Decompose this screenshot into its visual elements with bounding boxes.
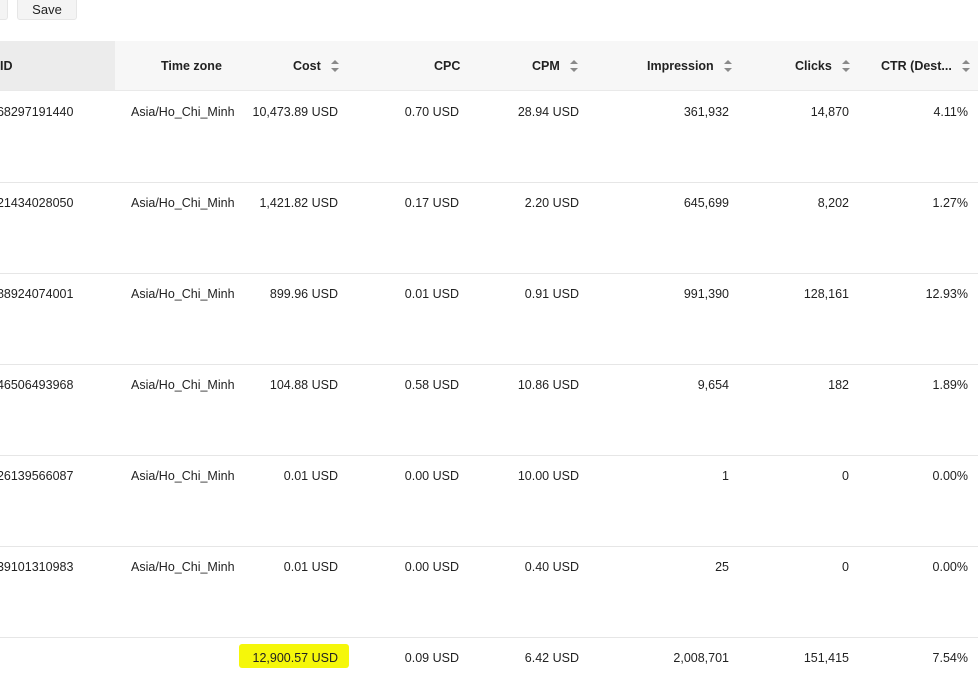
cell-cpm: 10.86 USD	[517, 378, 579, 392]
cell-clicks: 14,870	[810, 105, 849, 119]
cell-timezone: Asia/Ho_Chi_Minh	[131, 378, 235, 392]
cell-clicks: 0	[842, 560, 849, 574]
cell-timezone: Asia/Ho_Chi_Minh	[131, 469, 235, 483]
cell-timezone: Asia/Ho_Chi_Minh	[131, 196, 235, 210]
cell-clicks: 128,161	[803, 287, 849, 301]
header-impression[interactable]: Impression	[647, 41, 732, 90]
header-cpm[interactable]: CPM	[532, 41, 578, 90]
cell-cpc: 0.58 USD	[404, 378, 459, 392]
cell-ctr: 0.00%	[932, 560, 968, 574]
table-row[interactable]: 626139566087 Asia/Ho_Chi_Minh 0.01 USD 0…	[0, 455, 978, 547]
cell-cost: 10,473.89 USD	[252, 105, 338, 119]
total-cpc: 0.09 USD	[404, 651, 459, 665]
cell-id: 139101310983	[0, 560, 74, 574]
cell-impression: 645,699	[683, 196, 729, 210]
table-row[interactable]: 546506493968 Asia/Ho_Chi_Minh 104.88 USD…	[0, 364, 978, 456]
header-cpc[interactable]: CPC	[434, 41, 460, 90]
cell-cost: 1,421.82 USD	[259, 196, 338, 210]
header-id-label: ID	[0, 58, 13, 73]
header-timezone-label: Time zone	[161, 58, 222, 73]
id-header-cell	[0, 41, 115, 90]
header-impression-label: Impression	[647, 58, 714, 73]
cell-ctr: 1.27%	[932, 196, 968, 210]
header-cpc-label: CPC	[434, 58, 461, 73]
cell-cost: 104.88 USD	[269, 378, 338, 392]
cancel-button[interactable]	[0, 0, 8, 20]
table-row[interactable]: 088924074001 Asia/Ho_Chi_Minh 899.96 USD…	[0, 273, 978, 365]
save-button[interactable]: Save	[17, 0, 77, 20]
cell-impression: 991,390	[683, 287, 729, 301]
cell-impression: 1	[722, 469, 729, 483]
total-clicks: 151,415	[803, 651, 849, 665]
cell-cpm: 0.40 USD	[524, 560, 579, 574]
sort-icon[interactable]	[841, 59, 850, 72]
header-id[interactable]: ID	[0, 41, 13, 90]
total-cost: 12,900.57 USD	[252, 651, 338, 665]
cell-ctr: 4.11%	[933, 105, 968, 119]
cell-timezone: Asia/Ho_Chi_Minh	[131, 105, 235, 119]
total-ctr: 7.54%	[932, 651, 968, 665]
cell-impression: 361,932	[683, 105, 729, 119]
cell-impression: 25	[715, 560, 729, 574]
cell-id: 621434028050	[0, 196, 74, 210]
cell-cpc: 0.01 USD	[404, 287, 459, 301]
sort-icon[interactable]	[723, 59, 732, 72]
cell-clicks: 182	[828, 378, 849, 392]
cell-ctr: 0.00%	[932, 469, 968, 483]
cell-cost: 0.01 USD	[283, 469, 338, 483]
cell-cpm: 2.20 USD	[524, 196, 579, 210]
cell-id: 368297191440	[0, 105, 74, 119]
cell-cpm: 0.91 USD	[524, 287, 579, 301]
header-ctr-label: CTR (Dest...	[881, 58, 952, 73]
cell-ctr: 12.93%	[925, 287, 968, 301]
cell-cpc: 0.17 USD	[404, 196, 459, 210]
cell-timezone: Asia/Ho_Chi_Minh	[131, 560, 235, 574]
sort-icon[interactable]	[961, 59, 970, 72]
cell-timezone: Asia/Ho_Chi_Minh	[131, 287, 235, 301]
header-clicks[interactable]: Clicks	[795, 41, 850, 90]
cell-cpm: 28.94 USD	[517, 105, 579, 119]
table-row[interactable]: 621434028050 Asia/Ho_Chi_Minh 1,421.82 U…	[0, 182, 978, 274]
cell-cost: 899.96 USD	[269, 287, 338, 301]
cell-id: 626139566087	[0, 469, 74, 483]
table-row[interactable]: 368297191440 Asia/Ho_Chi_Minh 10,473.89 …	[0, 91, 978, 183]
cell-clicks: 8,202	[817, 196, 849, 210]
table-header: ID Time zone Cost CPC CPM Impression Cli…	[0, 41, 978, 91]
cell-clicks: 0	[842, 469, 849, 483]
header-cpm-label: CPM	[532, 58, 560, 73]
sort-icon[interactable]	[569, 59, 578, 72]
table-row[interactable]: 139101310983 Asia/Ho_Chi_Minh 0.01 USD 0…	[0, 546, 978, 638]
toolbar: Save	[0, 0, 978, 26]
header-timezone[interactable]: Time zone	[161, 41, 222, 90]
total-impression: 2,008,701	[673, 651, 729, 665]
cell-impression: 9,654	[697, 378, 729, 392]
cell-cost: 0.01 USD	[283, 560, 338, 574]
total-cpm: 6.42 USD	[524, 651, 579, 665]
cell-cpc: 0.00 USD	[404, 469, 459, 483]
totals-row: 12,900.57 USD 0.09 USD 6.42 USD 2,008,70…	[0, 637, 978, 685]
cell-id: 088924074001	[0, 287, 74, 301]
sort-icon[interactable]	[330, 59, 339, 72]
header-cost-label: Cost	[293, 58, 321, 73]
header-ctr[interactable]: CTR (Dest...	[881, 41, 970, 90]
cell-ctr: 1.89%	[932, 378, 968, 392]
header-cost[interactable]: Cost	[293, 41, 339, 90]
header-clicks-label: Clicks	[795, 58, 832, 73]
cell-cpm: 10.00 USD	[517, 469, 579, 483]
cell-id: 546506493968	[0, 378, 74, 392]
cell-cpc: 0.70 USD	[404, 105, 459, 119]
cell-cpc: 0.00 USD	[404, 560, 459, 574]
